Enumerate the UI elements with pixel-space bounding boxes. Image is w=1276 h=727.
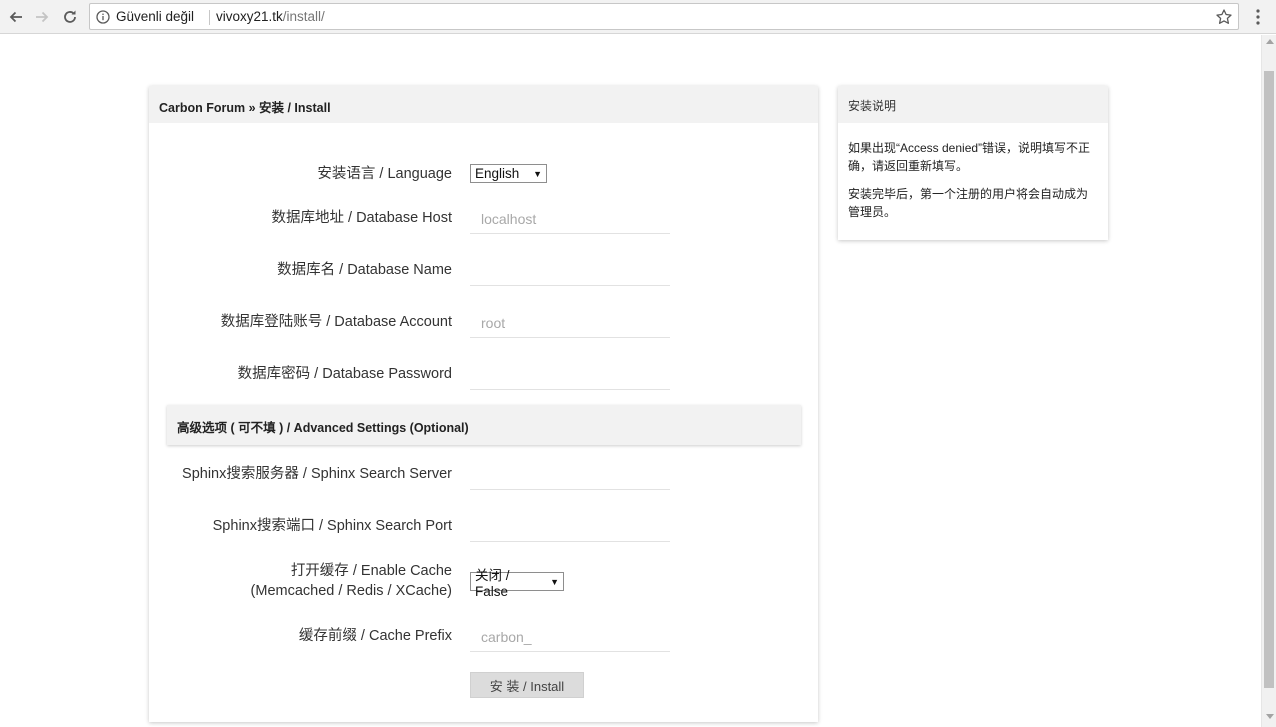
cache-label-line2: (Memcached / Redis / XCache) <box>250 583 452 599</box>
sphinx-port-label: Sphinx搜索端口 / Sphinx Search Port <box>212 518 452 534</box>
instructions-paragraph: 如果出现“Access denied”错误，说明填写不正确，请返回重新填写。 <box>848 141 1091 173</box>
dropdown-arrow-icon: ▼ <box>533 168 542 179</box>
page-scrollbar[interactable] <box>1261 35 1276 727</box>
instructions-panel: 安装说明 如果出现“Access denied”错误，说明填写不正确，请返回重新… <box>838 86 1108 240</box>
db-account-input[interactable] <box>470 308 670 338</box>
db-password-label: 数据库密码 / Database Password <box>237 366 452 382</box>
db-account-label: 数据库登陆账号 / Database Account <box>220 314 452 330</box>
install-panel: Carbon Forum » 安装 / Install 安装语言 / Langu… <box>149 86 818 722</box>
instructions-title: 安装说明 <box>838 86 1108 123</box>
language-label: 安装语言 / Language <box>317 166 452 182</box>
vertical-dots-icon[interactable] <box>1252 6 1264 28</box>
install-panel-title: Carbon Forum » 安装 / Install <box>149 86 818 123</box>
cache-label-line1: 打开缓存 / Enable Cache <box>290 563 452 579</box>
dropdown-arrow-icon: ▼ <box>550 576 559 587</box>
star-icon[interactable] <box>1215 8 1233 26</box>
advanced-settings-header: 高级选项 ( 可不填 ) / Advanced Settings (Option… <box>167 405 801 445</box>
db-host-input[interactable] <box>470 204 670 234</box>
url-host: vivoxy21.tk <box>216 9 283 24</box>
db-password-row: 数据库密码 / Database Password <box>149 360 818 391</box>
sphinx-port-row: Sphinx搜索端口 / Sphinx Search Port <box>149 512 818 543</box>
language-row: 安装语言 / Language English ▼ <box>149 163 818 185</box>
sphinx-server-input[interactable] <box>470 460 670 490</box>
back-button[interactable] <box>4 5 28 29</box>
forward-arrow-icon <box>36 11 49 23</box>
address-bar[interactable]: Güvenli değil vivoxy21.tk/install/ <box>89 3 1239 30</box>
sphinx-port-input[interactable] <box>470 512 670 542</box>
url-text[interactable]: vivoxy21.tk/install/ <box>216 9 325 24</box>
scroll-thumb[interactable] <box>1264 71 1274 688</box>
info-icon[interactable] <box>96 10 110 24</box>
db-account-row: 数据库登陆账号 / Database Account <box>149 308 818 339</box>
cache-prefix-row: 缓存前缀 / Cache Prefix <box>149 622 818 653</box>
instructions-body: 如果出现“Access denied”错误，说明填写不正确，请返回重新填写。 安… <box>838 123 1108 221</box>
instructions-paragraph: 安装完毕后，第一个注册的用户将会自动成为管理员。 <box>848 187 1089 219</box>
sphinx-server-label: Sphinx搜索服务器 / Sphinx Search Server <box>182 466 452 482</box>
scroll-up-arrow-icon[interactable] <box>1266 39 1274 44</box>
language-select[interactable]: English ▼ <box>470 164 547 183</box>
install-button[interactable]: 安 装 / Install <box>470 672 584 698</box>
browser-toolbar: Güvenli değil vivoxy21.tk/install/ <box>0 0 1276 34</box>
cache-select-value: 关闭 / False <box>475 568 510 599</box>
db-password-input[interactable] <box>470 360 670 390</box>
cache-row: 打开缓存 / Enable Cache (Memcached / Redis /… <box>149 561 818 603</box>
language-select-value: English <box>475 166 520 181</box>
omnibox-separator <box>209 10 210 25</box>
db-host-label: 数据库地址 / Database Host <box>271 210 453 226</box>
reload-button[interactable] <box>58 5 82 29</box>
sphinx-server-row: Sphinx搜索服务器 / Sphinx Search Server <box>149 460 818 491</box>
db-name-label: 数据库名 / Database Name <box>277 262 452 278</box>
db-name-row: 数据库名 / Database Name <box>149 256 818 287</box>
cache-prefix-label: 缓存前缀 / Cache Prefix <box>298 628 452 644</box>
url-path: /install/ <box>282 9 325 24</box>
forward-button[interactable] <box>30 5 54 29</box>
cache-select[interactable]: 关闭 / False ▼ <box>470 568 564 599</box>
security-status-text[interactable]: Güvenli değil <box>116 9 194 24</box>
cache-prefix-input[interactable] <box>470 622 670 652</box>
db-name-input[interactable] <box>470 256 670 286</box>
reload-icon <box>64 10 76 23</box>
scroll-down-arrow-icon[interactable] <box>1266 714 1274 719</box>
db-host-row: 数据库地址 / Database Host <box>149 204 818 235</box>
back-arrow-icon <box>9 11 22 23</box>
